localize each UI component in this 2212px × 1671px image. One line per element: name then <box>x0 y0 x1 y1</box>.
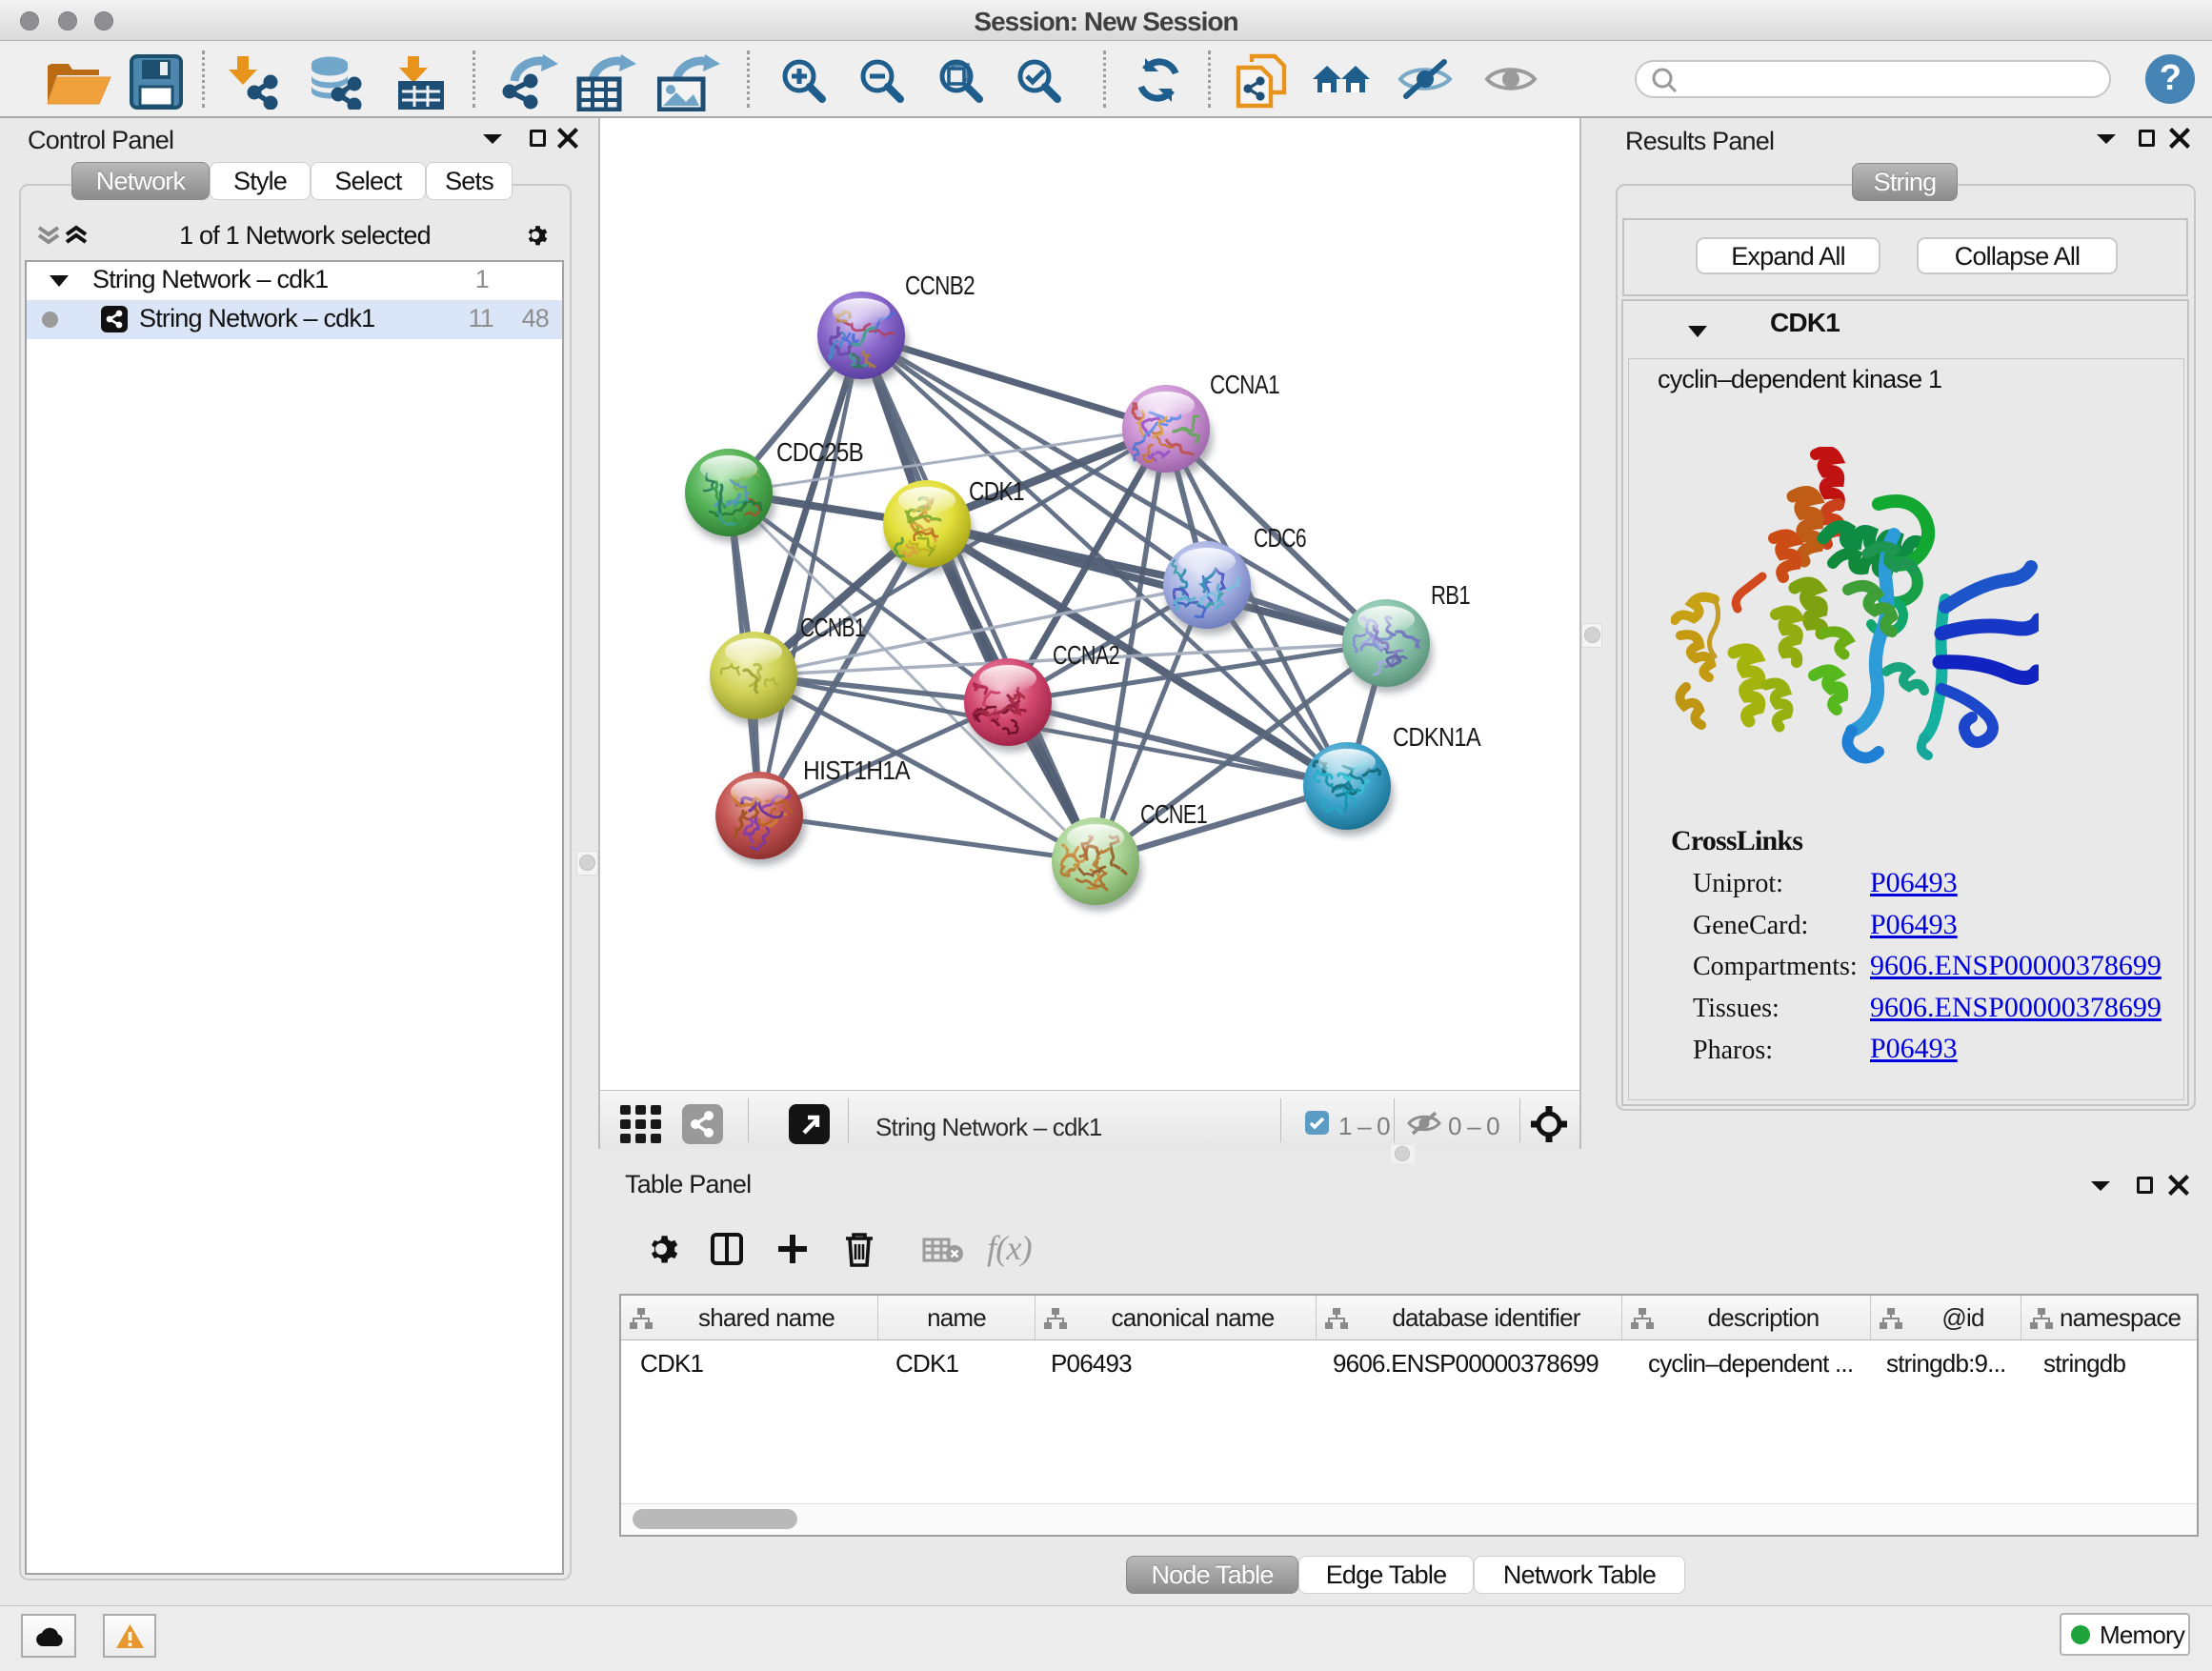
svg-text:HIST1H1A: HIST1H1A <box>803 755 911 785</box>
svg-text:RB1: RB1 <box>1431 580 1470 610</box>
svg-text:CCNA2: CCNA2 <box>1053 640 1119 670</box>
svg-text:CDC6: CDC6 <box>1254 523 1306 553</box>
svg-text:CDK1: CDK1 <box>969 476 1024 506</box>
svg-text:CCNB2: CCNB2 <box>905 271 975 300</box>
svg-text:CCNA1: CCNA1 <box>1210 370 1279 399</box>
svg-text:CDKN1A: CDKN1A <box>1393 722 1481 752</box>
svg-text:CCNE1: CCNE1 <box>1140 799 1207 829</box>
svg-text:CDC25B: CDC25B <box>776 437 863 467</box>
svg-text:CCNB1: CCNB1 <box>800 613 865 642</box>
